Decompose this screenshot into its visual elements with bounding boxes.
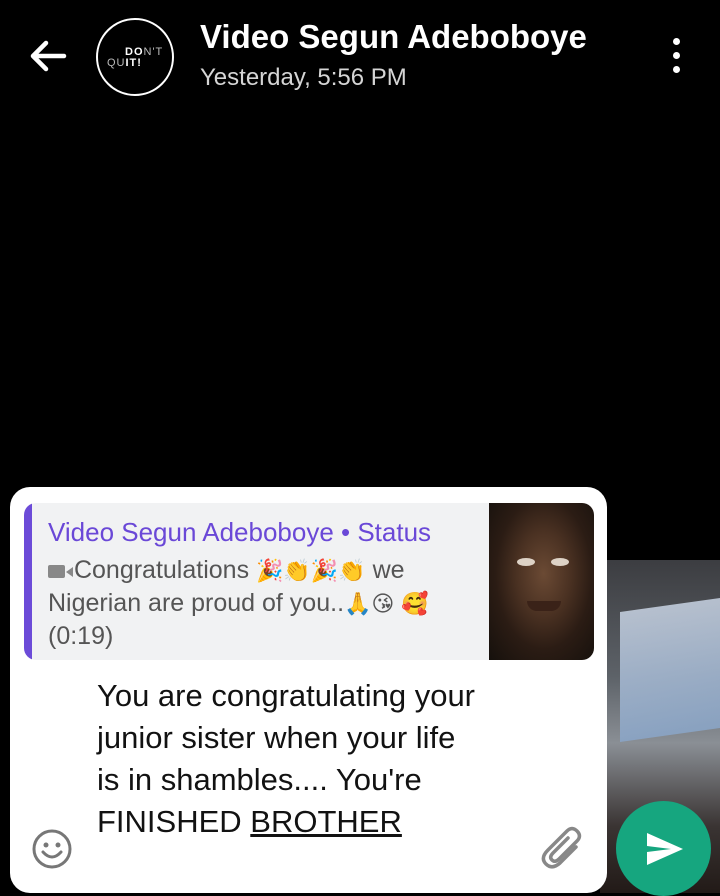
emoji-smile-icon[interactable] <box>30 827 74 871</box>
avatar-text-bottom: QUIT! <box>107 57 142 69</box>
more-vertical-icon[interactable] <box>660 34 692 78</box>
reply-text-start: Congratulations <box>73 556 250 584</box>
reply-title: Video Segun Adeboboye • Status <box>48 517 432 547</box>
reply-text: Congratulations 🎉👏🎉👏 we Nigerian are pro… <box>48 554 478 653</box>
paperclip-icon[interactable] <box>540 823 586 873</box>
reply-duration: (0:19) <box>48 622 114 650</box>
arrow-left-icon[interactable] <box>24 32 72 80</box>
send-icon <box>647 833 683 865</box>
reply-thumbnail <box>489 503 594 660</box>
reply-accent-bar <box>24 503 32 660</box>
send-button[interactable] <box>616 801 711 896</box>
reply-emoji-1: 🎉👏🎉👏 <box>256 558 366 583</box>
last-seen-time: Yesterday, 5:56 PM <box>200 64 407 91</box>
reply-preview[interactable]: Video Segun Adeboboye • Status Congratul… <box>24 503 594 660</box>
chat-header: DON'T QUIT! Video Segun Adeboboye Yester… <box>0 0 720 110</box>
compose-card: Video Segun Adeboboye • Status Congratul… <box>10 487 607 893</box>
contact-name[interactable]: Video Segun Adeboboye <box>200 18 587 56</box>
reply-emoji-3: 🥰 <box>401 591 429 616</box>
video-camera-icon <box>48 564 73 578</box>
message-input[interactable]: You are congratulating your junior siste… <box>97 675 477 843</box>
message-underlined-word: BROTHER <box>250 804 402 839</box>
reply-emoji-2: 🙏😘 <box>344 591 395 616</box>
avatar[interactable]: DON'T QUIT! <box>96 18 174 96</box>
